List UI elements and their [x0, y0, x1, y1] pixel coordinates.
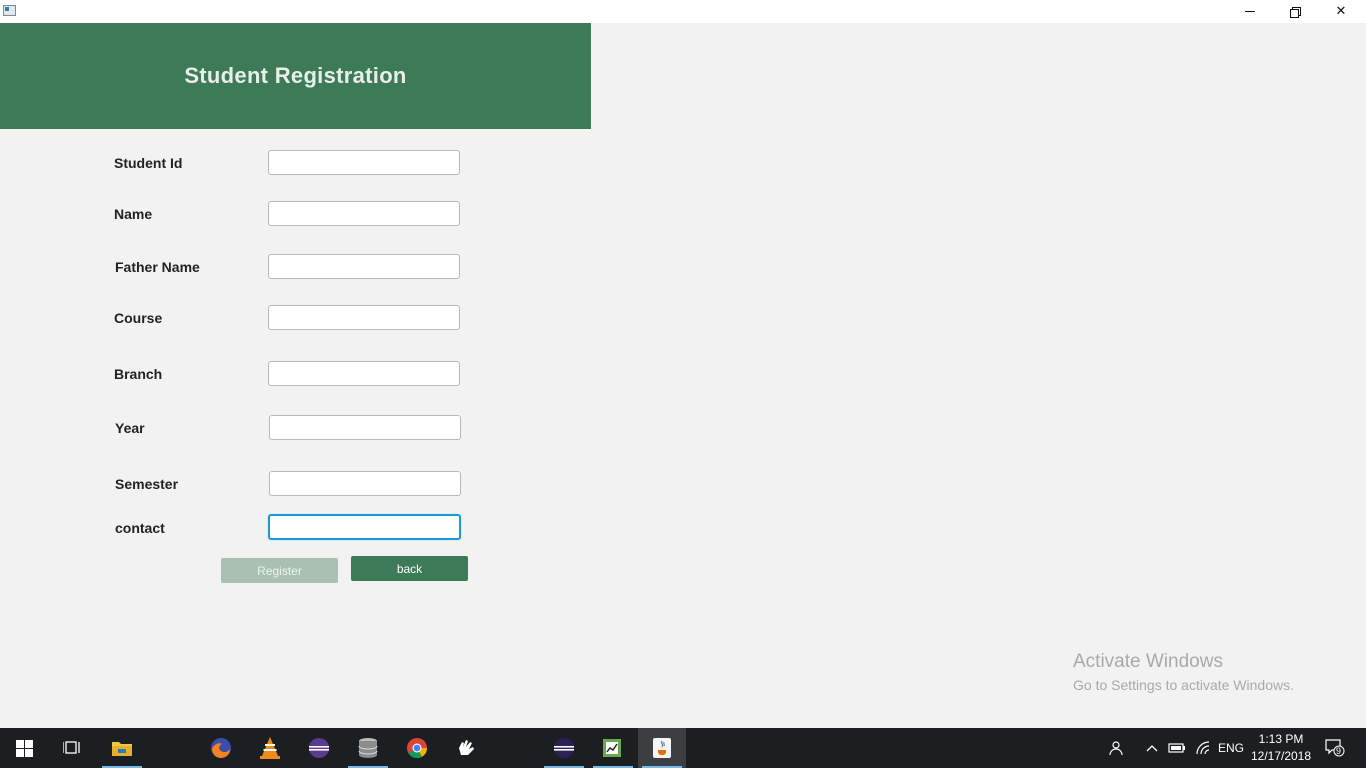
language-indicator[interactable]: ENG — [1216, 728, 1246, 768]
taskbar-database[interactable] — [344, 728, 392, 768]
database-icon — [358, 738, 378, 758]
people-button[interactable] — [1104, 728, 1130, 768]
eclipse-icon — [554, 738, 574, 758]
activate-windows-title: Activate Windows — [1073, 651, 1223, 672]
student-id-field[interactable] — [268, 150, 460, 175]
chrome-icon — [407, 738, 428, 759]
wifi-icon — [1196, 741, 1210, 755]
taskbar-eclipse[interactable] — [295, 728, 343, 768]
task-view-button[interactable] — [48, 728, 96, 768]
network-button[interactable] — [1192, 728, 1214, 768]
battery-icon — [1168, 743, 1185, 753]
clock-date: 12/17/2018 — [1250, 749, 1312, 763]
battery-button[interactable] — [1166, 728, 1188, 768]
folder-icon — [112, 742, 132, 756]
taskbar-vlc[interactable] — [246, 728, 294, 768]
father-name-label: Father Name — [115, 259, 200, 275]
course-label: Course — [114, 310, 163, 326]
notification-count-badge: 9 — [1336, 746, 1342, 756]
clock-time: 1:13 PM — [1258, 732, 1304, 746]
branch-label: Branch — [114, 366, 163, 382]
window-titlebar: ✕ — [0, 0, 1366, 23]
vlc-cone-icon — [260, 737, 280, 759]
taskbar-java-app[interactable] — [638, 728, 686, 768]
task-view-icon — [63, 741, 80, 754]
taskbar-eclipse-2[interactable] — [540, 728, 588, 768]
taskbar-clock[interactable]: 1:13 PM 12/17/2018 — [1246, 731, 1316, 765]
hand-icon — [459, 740, 474, 755]
taskbar-editor[interactable] — [589, 728, 637, 768]
notification-icon — [1325, 739, 1345, 757]
minimize-icon — [1245, 11, 1255, 12]
windows-logo-icon — [15, 739, 33, 757]
restore-button[interactable] — [1272, 0, 1318, 23]
contact-field[interactable] — [268, 514, 461, 540]
java-icon — [653, 738, 671, 758]
taskbar-hand-tool[interactable] — [442, 728, 490, 768]
page-title: Student Registration — [184, 63, 407, 88]
chart-editor-icon — [603, 739, 621, 757]
branch-field[interactable] — [268, 361, 460, 386]
taskbar-firefox[interactable] — [197, 728, 245, 768]
name-label: Name — [114, 206, 153, 222]
restore-icon — [1290, 6, 1301, 18]
people-icon — [1109, 741, 1123, 756]
app-icon — [3, 5, 16, 16]
taskbar-chrome[interactable] — [393, 728, 441, 768]
firefox-icon — [211, 738, 231, 758]
taskbar-file-explorer[interactable] — [98, 728, 146, 768]
show-hidden-icons-button[interactable] — [1142, 728, 1162, 768]
semester-field[interactable] — [269, 471, 461, 496]
semester-label: Semester — [115, 476, 179, 492]
windows-start-button[interactable] — [0, 728, 48, 768]
father-name-field[interactable] — [268, 254, 460, 279]
header-banner: Student Registration — [0, 23, 591, 129]
name-field[interactable] — [268, 201, 460, 226]
close-button[interactable]: ✕ — [1318, 0, 1364, 23]
year-field[interactable] — [269, 415, 461, 440]
close-icon: ✕ — [1335, 4, 1347, 19]
year-label: Year — [115, 420, 145, 436]
minimize-button[interactable] — [1227, 0, 1273, 23]
student-id-label: Student Id — [114, 155, 183, 171]
contact-label: contact — [115, 520, 165, 536]
activate-windows-subtitle: Go to Settings to activate Windows. — [1073, 677, 1294, 693]
back-button[interactable]: back — [351, 556, 468, 581]
chevron-up-icon — [1146, 745, 1158, 752]
action-center-button[interactable]: 9 — [1320, 728, 1350, 768]
eclipse-icon — [309, 738, 329, 758]
course-field[interactable] — [268, 305, 460, 330]
register-button[interactable]: Register — [221, 558, 338, 583]
